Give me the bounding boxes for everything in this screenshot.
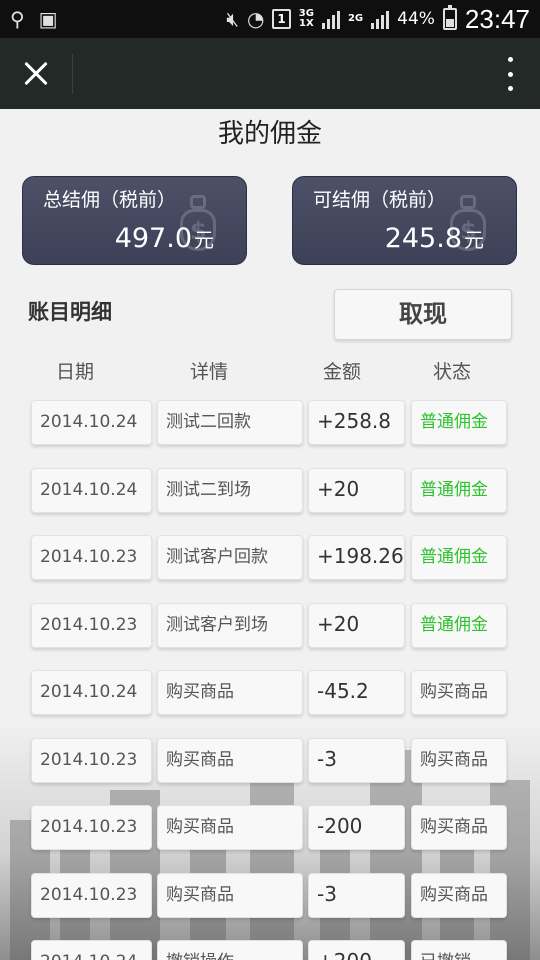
row-detail: 测试二到场 [157,467,303,513]
table-row[interactable]: 2014.10.23 测试客户到场 +20 普通佣金 [0,602,540,671]
row-detail: 测试客户到场 [157,602,303,648]
row-detail: 测试客户回款 [157,535,303,580]
mute-icon: 🔇︎ [226,7,239,31]
commission-page: 我的佣金 $ 总结佣（税前） 497.0 元 $ 可结佣（税前） 245.8 元 账… [0,109,540,960]
row-amount: +198.26 [308,535,405,580]
row-date: 2014.10.23 [31,535,152,580]
row-amount: +20 [308,602,405,648]
row-status: 已撤销 [411,940,507,960]
row-status: 购买商品 [411,805,507,850]
row-date: 2014.10.24 [31,467,152,513]
more-menu-icon[interactable] [506,54,514,94]
column-header-detail: 详情 [189,361,228,383]
total-amount-value: 497.0 [114,223,192,254]
row-date: 2014.10.23 [31,737,152,783]
withdraw-button[interactable]: 取现 [334,289,512,340]
row-status: 购买商品 [411,670,507,715]
row-date: 2014.10.23 [31,805,152,850]
clock: 23:47 [464,3,530,34]
close-icon[interactable] [18,56,54,92]
table-row[interactable]: 2014.10.24 测试二回款 +258.8 普通佣金 [0,400,540,468]
row-detail: 购买商品 [157,737,303,783]
total-commission-card: $ 总结佣（税前） 497.0 元 [22,176,247,265]
total-commission-amount: 497.0 元 [115,223,214,254]
signal-bars-icon [321,9,340,29]
available-amount-unit: 元 [464,228,484,252]
row-detail: 购买商品 [157,670,303,715]
column-header-date: 日期 [55,361,94,383]
sim-indicator: 1 [272,9,291,29]
row-amount: -45.2 [308,670,405,715]
row-status: 普通佣金 [411,400,507,445]
row-detail: 购买商品 [157,805,303,850]
row-status: 普通佣金 [411,535,507,580]
action-bar [0,38,540,109]
total-amount-unit: 元 [194,228,214,252]
row-status: 普通佣金 [411,467,507,513]
row-date: 2014.10.24 [31,400,152,445]
row-amount: +20 [308,467,405,513]
available-commission-card: $ 可结佣（税前） 245.8 元 [292,176,517,265]
column-header-amount: 金额 [322,361,361,383]
battery-percent: 44% [397,9,435,29]
available-commission-label: 可结佣（税前） [313,189,447,211]
row-detail: 测试二回款 [157,400,303,445]
table-row[interactable]: 2014.10.23 测试客户回款 +198.26 普通佣金 [0,535,540,603]
network-type-1x: 1X [299,18,314,29]
status-bar: ⚲ ▣ 🔇︎ ◔ 1 3G 1X 2G 44% 23:47 [0,0,540,38]
table-row[interactable]: 2014.10.24 购买商品 -45.2 购买商品 [0,670,540,738]
usb-icon: ⚲ [10,7,25,31]
wifi-icon: ◔ [246,7,265,31]
table-header: 日期 详情 金额 状态 [0,357,540,383]
row-status: 普通佣金 [411,602,507,648]
row-status: 购买商品 [411,737,507,783]
total-commission-label: 总结佣（税前） [43,189,177,211]
row-amount: +200 [308,940,405,960]
image-icon: ▣ [38,7,58,31]
row-amount: +258.8 [308,400,405,445]
row-detail: 撤销操作 [157,940,303,960]
table-row[interactable]: 2014.10.24 测试二到场 +20 普通佣金 [0,467,540,536]
row-date: 2014.10.24 [31,670,152,715]
row-date: 2014.10.23 [31,602,152,648]
available-commission-amount: 245.8 元 [385,223,484,254]
row-amount: -200 [308,805,405,850]
row-status: 购买商品 [411,872,507,918]
column-header-status: 状态 [432,361,471,383]
ledger-list: 2014.10.24 测试二回款 +258.8 普通佣金 2014.10.24 … [0,400,540,960]
row-detail: 购买商品 [157,872,303,918]
network-type-2g: 2G [347,13,364,24]
page-title: 我的佣金 [217,119,322,149]
row-amount: -3 [308,737,405,783]
divider [72,54,73,94]
row-date: 2014.10.24 [31,940,152,960]
battery-icon [442,5,457,30]
row-amount: -3 [308,872,405,918]
table-row[interactable]: 2014.10.23 购买商品 -200 购买商品 [0,805,540,873]
available-amount-value: 245.8 [384,223,462,254]
table-row[interactable]: 2014.10.24 撤销操作 +200 已撤销 [0,940,540,960]
row-date: 2014.10.23 [31,872,152,918]
section-title: 账目明细 [28,300,112,324]
table-row[interactable]: 2014.10.23 购买商品 -3 购买商品 [0,872,540,941]
signal-bars-2-icon [371,9,390,29]
table-row[interactable]: 2014.10.23 购买商品 -3 购买商品 [0,737,540,806]
network-type: 3G 1X [299,9,314,29]
